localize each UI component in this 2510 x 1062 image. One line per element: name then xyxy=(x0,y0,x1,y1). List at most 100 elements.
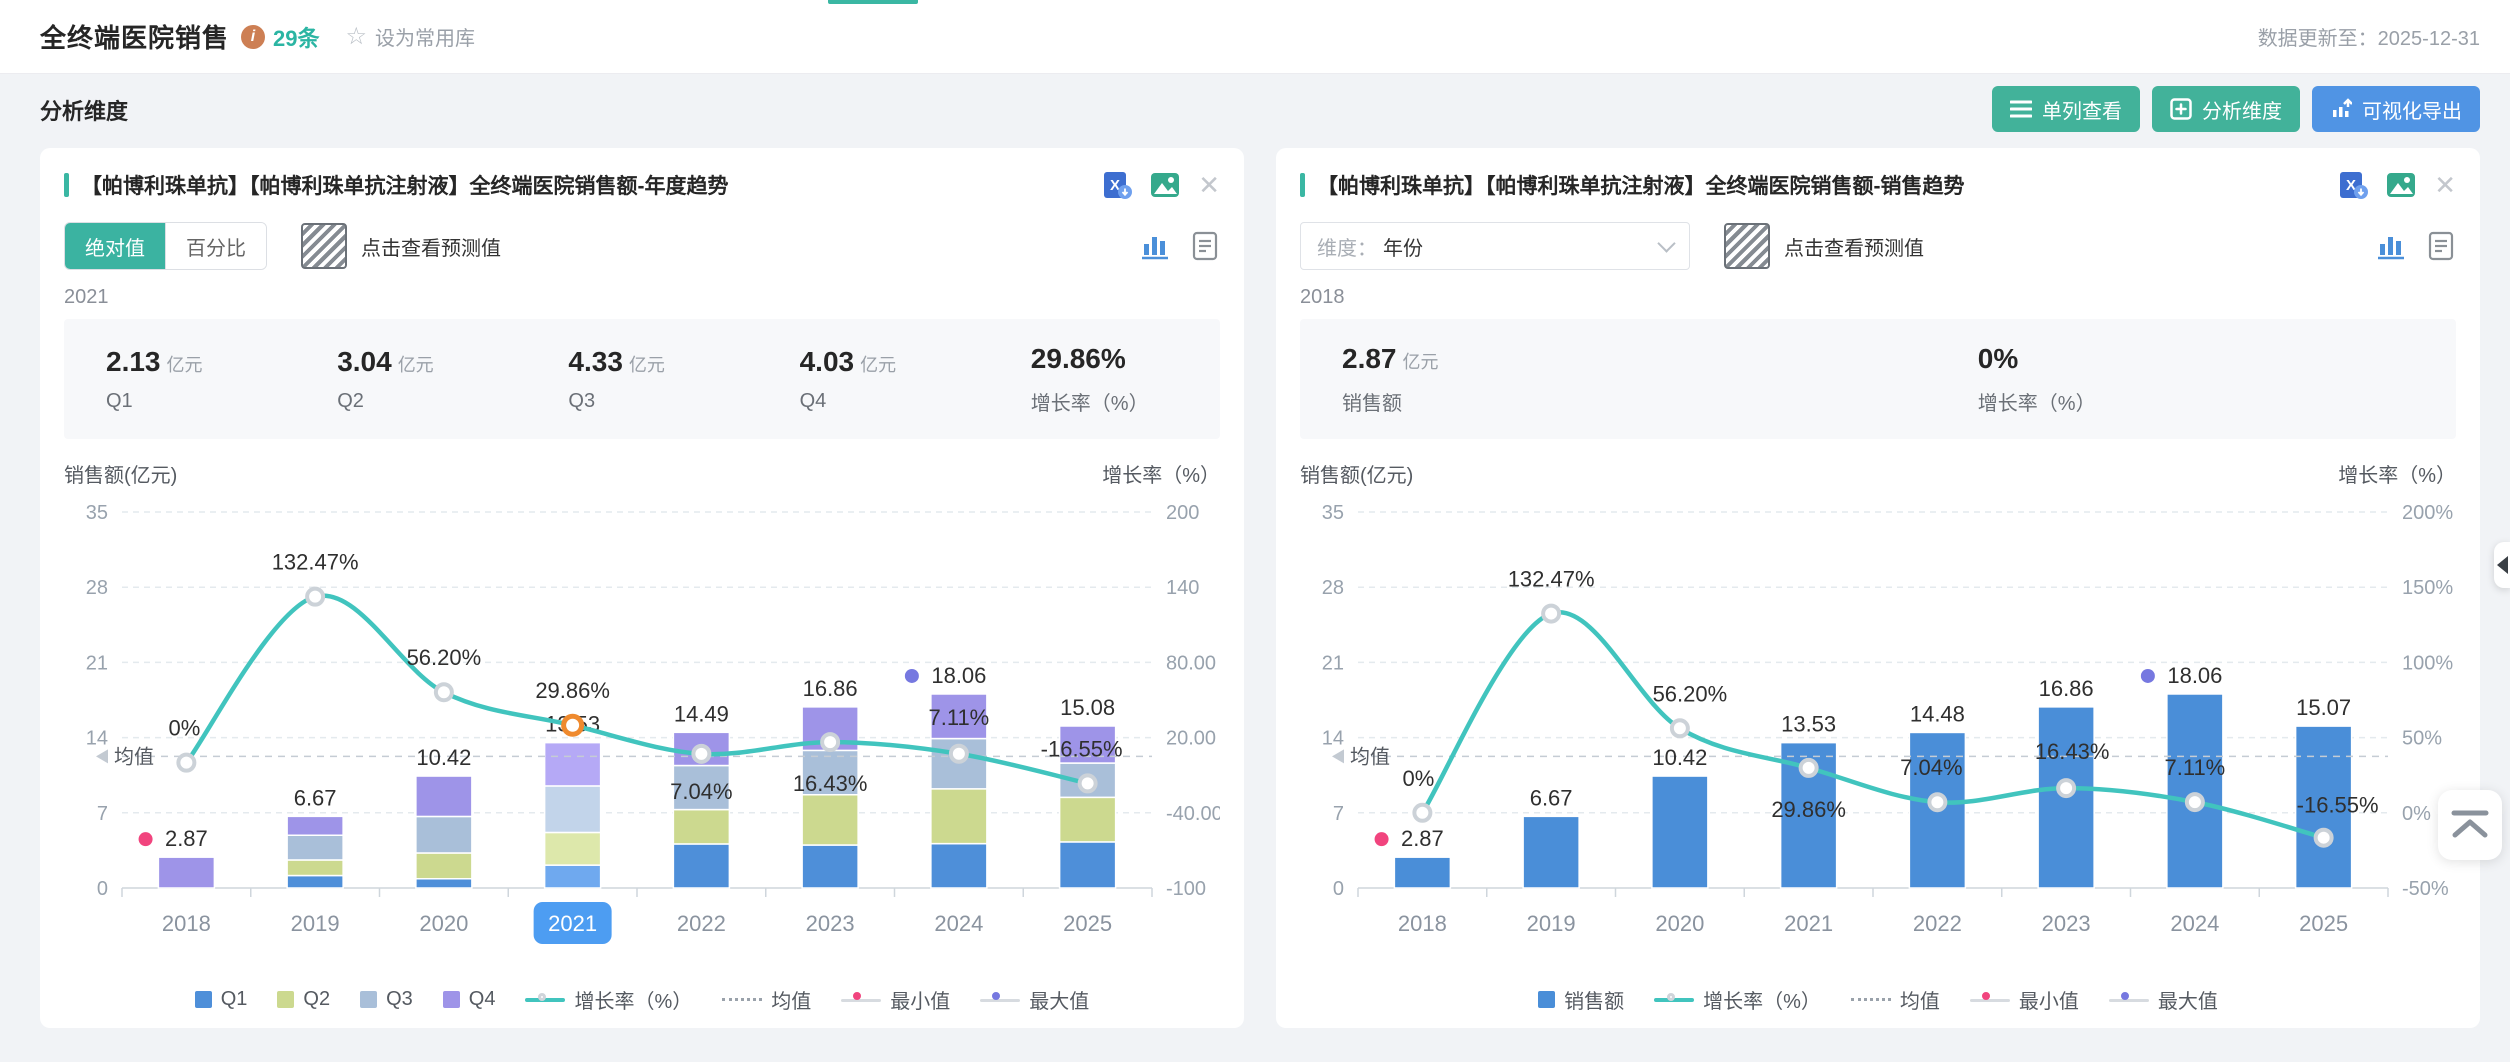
bar-segment-Q1-2021[interactable] xyxy=(545,865,601,888)
chart-legend: Q1 Q2 Q3 Q4 增长率（%） 均值 最小值 最大值 xyxy=(64,985,1220,1014)
bar-segment-Q1-2024[interactable] xyxy=(931,844,987,888)
dimension-dropdown[interactable]: 维度： 年份 xyxy=(1300,222,1690,270)
x-label-2024[interactable]: 2024 xyxy=(934,911,983,936)
drawer-toggle-button[interactable] xyxy=(2494,542,2510,588)
legend-item-均值[interactable]: 均值 xyxy=(722,985,811,1014)
x-label-2024[interactable]: 2024 xyxy=(2170,911,2219,936)
legend-item-最大值[interactable]: 最大值 xyxy=(2109,985,2218,1014)
x-label-2022[interactable]: 2022 xyxy=(677,911,726,936)
bar-segment-Q1-2022[interactable] xyxy=(673,844,729,888)
x-label-2018[interactable]: 2018 xyxy=(162,911,211,936)
x-label-2021[interactable]: 2021 xyxy=(548,911,597,936)
legend-item-Q2[interactable]: Q2 xyxy=(277,988,330,1011)
x-label-2025[interactable]: 2025 xyxy=(1063,911,1112,936)
legend-item-均值[interactable]: 均值 xyxy=(1851,985,1940,1014)
bar-segment-Q2-2022[interactable] xyxy=(673,810,729,844)
growth-marker-2022[interactable] xyxy=(1929,794,1945,810)
set-favorite-button[interactable]: ☆ 设为常用库 xyxy=(346,22,476,51)
legend-item-最小值[interactable]: 最小值 xyxy=(841,985,950,1014)
chart-view-icon[interactable] xyxy=(2376,231,2406,261)
bar-segment-Q2-2025[interactable] xyxy=(1060,797,1116,842)
growth-marker-2022[interactable] xyxy=(693,746,709,762)
forecast-toggle-label[interactable]: 点击查看预测值 xyxy=(361,232,501,261)
growth-marker-2020[interactable] xyxy=(436,684,452,700)
bar-segment-销售额-2018[interactable] xyxy=(1394,857,1450,888)
legend-item-增长率（%）[interactable]: 增长率（%） xyxy=(1654,985,1821,1014)
bar-segment-Q4-2019[interactable] xyxy=(287,816,343,835)
analysis-dimension-button[interactable]: 分析维度 xyxy=(2152,86,2300,132)
growth-marker-2019[interactable] xyxy=(307,589,323,605)
bar-segment-Q2-2021[interactable] xyxy=(545,832,601,865)
bar-segment-Q3-2019[interactable] xyxy=(287,835,343,860)
growth-marker-2024[interactable] xyxy=(2187,794,2203,810)
x-label-2019[interactable]: 2019 xyxy=(291,911,340,936)
annual-trend-chart[interactable]: 0-1007-40.001420.002180.002814035200均值2.… xyxy=(64,492,1220,962)
back-to-top-button[interactable] xyxy=(2438,790,2502,860)
bar-segment-销售额-2024[interactable] xyxy=(2167,694,2223,888)
bar-segment-Q4-2021[interactable] xyxy=(545,743,601,786)
bar-segment-Q2-2024[interactable] xyxy=(931,789,987,844)
svg-text:13.53: 13.53 xyxy=(1781,712,1836,737)
bar-segment-Q2-2019[interactable] xyxy=(287,860,343,876)
x-label-2023[interactable]: 2023 xyxy=(2042,911,2091,936)
excel-export-icon[interactable]: X xyxy=(2338,170,2368,200)
bar-segment-销售额-2019[interactable] xyxy=(1523,816,1579,888)
growth-marker-2018[interactable] xyxy=(178,755,194,771)
bar-segment-Q1-2023[interactable] xyxy=(802,845,858,888)
legend-item-销售额[interactable]: 销售额 xyxy=(1538,985,1624,1014)
bar-segment-Q2-2020[interactable] xyxy=(416,853,472,879)
info-icon[interactable]: i xyxy=(241,25,265,49)
visual-export-button[interactable]: 可视化导出 xyxy=(2312,86,2480,132)
growth-marker-2020[interactable] xyxy=(1672,720,1688,736)
close-icon[interactable]: ✕ xyxy=(2434,172,2456,198)
table-view-icon[interactable] xyxy=(2426,231,2456,261)
x-label-2020[interactable]: 2020 xyxy=(419,911,468,936)
percentage-tab[interactable]: 百分比 xyxy=(165,223,266,269)
image-export-icon[interactable] xyxy=(2386,170,2416,200)
bar-segment-销售额-2020[interactable] xyxy=(1652,776,1708,888)
x-label-2022[interactable]: 2022 xyxy=(1913,911,1962,936)
x-label-2019[interactable]: 2019 xyxy=(1527,911,1576,936)
close-icon[interactable]: ✕ xyxy=(1198,172,1220,198)
x-label-2025[interactable]: 2025 xyxy=(2299,911,2348,936)
forecast-hatch-swatch[interactable] xyxy=(1724,223,1770,269)
legend-ring-icon xyxy=(1970,991,2010,1009)
growth-marker-2023[interactable] xyxy=(822,734,838,750)
legend-item-增长率（%）[interactable]: 增长率（%） xyxy=(525,985,692,1014)
x-label-2021[interactable]: 2021 xyxy=(1784,911,1833,936)
bar-segment-Q3-2020[interactable] xyxy=(416,816,472,853)
table-view-icon[interactable] xyxy=(1190,231,1220,261)
x-label-2018[interactable]: 2018 xyxy=(1398,911,1447,936)
bar-segment-Q1-2025[interactable] xyxy=(1060,842,1116,888)
bar-segment-Q1-2019[interactable] xyxy=(287,876,343,888)
absolute-value-tab[interactable]: 绝对值 xyxy=(65,223,165,269)
legend-item-Q3[interactable]: Q3 xyxy=(360,988,413,1011)
growth-marker-2021[interactable] xyxy=(1801,760,1817,776)
legend-item-Q1[interactable]: Q1 xyxy=(195,988,248,1011)
bar-segment-Q4-2018[interactable] xyxy=(158,857,214,888)
growth-marker-2023[interactable] xyxy=(2058,780,2074,796)
excel-export-icon[interactable]: X xyxy=(1102,170,1132,200)
bar-segment-Q1-2020[interactable] xyxy=(416,879,472,888)
growth-marker-2021[interactable] xyxy=(564,716,582,734)
forecast-toggle-label[interactable]: 点击查看预测值 xyxy=(1784,232,1924,261)
bar-segment-Q2-2023[interactable] xyxy=(802,795,858,845)
sales-trend-chart[interactable]: 0-50%70%1450%21100%28150%35200%均值2.876.6… xyxy=(1300,492,2456,962)
legend-item-Q4[interactable]: Q4 xyxy=(443,988,496,1011)
single-column-view-button[interactable]: 单列查看 xyxy=(1992,86,2140,132)
chart-view-icon[interactable] xyxy=(1140,231,1170,261)
growth-marker-2025[interactable] xyxy=(2316,830,2332,846)
legend-item-最大值[interactable]: 最大值 xyxy=(980,985,1089,1014)
bar-segment-Q3-2021[interactable] xyxy=(545,786,601,833)
x-label-2023[interactable]: 2023 xyxy=(806,911,855,936)
growth-marker-2018[interactable] xyxy=(1414,805,1430,821)
growth-marker-2025[interactable] xyxy=(1080,775,1096,791)
forecast-hatch-swatch[interactable] xyxy=(301,223,347,269)
growth-marker-2019[interactable] xyxy=(1543,606,1559,622)
image-export-icon[interactable] xyxy=(1150,170,1180,200)
svg-text:80.00: 80.00 xyxy=(1166,652,1216,674)
bar-segment-Q4-2020[interactable] xyxy=(416,776,472,816)
x-label-2020[interactable]: 2020 xyxy=(1655,911,1704,936)
growth-marker-2024[interactable] xyxy=(951,746,967,762)
legend-item-最小值[interactable]: 最小值 xyxy=(1970,985,2079,1014)
